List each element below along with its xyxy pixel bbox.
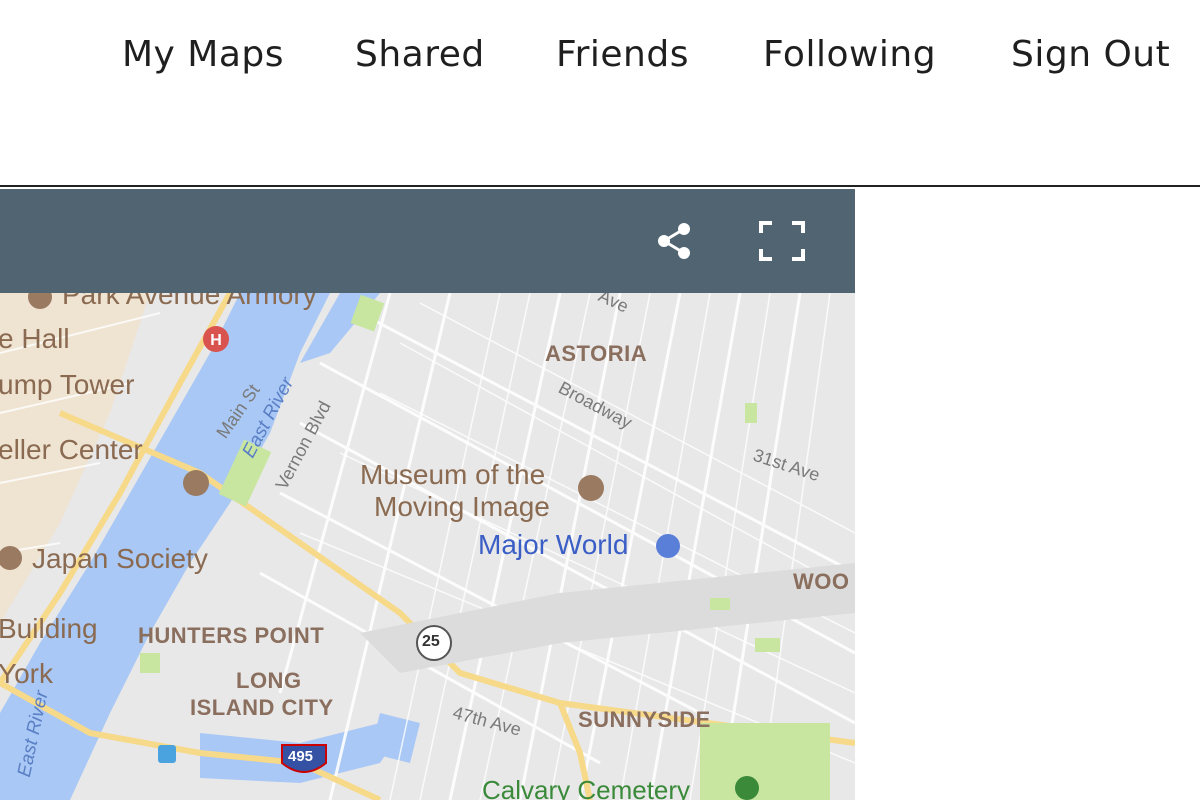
- nav-sign-out[interactable]: Sign Out: [1011, 34, 1170, 75]
- label-astoria: ASTORIA: [545, 341, 648, 366]
- label-major-world: Major World: [478, 529, 629, 560]
- label-long: LONG: [236, 668, 302, 693]
- share-button[interactable]: [650, 215, 700, 267]
- nav-following[interactable]: Following: [763, 34, 936, 75]
- label-museum-line2: Moving Image: [374, 491, 550, 522]
- fullscreen-icon: [759, 221, 805, 261]
- map-view[interactable]: H Park Avenue Armory e Hall ump Tower el…: [0, 293, 855, 800]
- label-calvary-cemetery: Calvary Cemetery: [482, 775, 691, 800]
- fullscreen-button[interactable]: [757, 215, 807, 267]
- label-woodside: WOO: [793, 569, 850, 594]
- label-island-city: ISLAND CITY: [190, 695, 334, 720]
- nav-friends[interactable]: Friends: [556, 34, 689, 75]
- nav-my-maps[interactable]: My Maps: [122, 34, 284, 75]
- route-25-shield: 25: [422, 633, 440, 650]
- label-museum-line1: Museum of the: [360, 459, 546, 490]
- share-icon: [658, 223, 690, 259]
- label-rockefeller-center: eller Center: [0, 434, 143, 465]
- label-sunnyside: SUNNYSIDE: [578, 707, 711, 732]
- interstate-495-shield: 495: [288, 748, 314, 765]
- label-hall: e Hall: [0, 323, 70, 354]
- top-navigation: My Maps Shared Friends Following Sign Ou…: [0, 0, 1200, 187]
- map-panel: H Park Avenue Armory e Hall ump Tower el…: [0, 189, 855, 800]
- label-park-avenue-armory: Park Avenue Armory: [62, 293, 317, 310]
- label-york: York: [0, 658, 54, 689]
- label-building: Building: [0, 613, 98, 644]
- label-hunters-point: HUNTERS POINT: [138, 623, 325, 648]
- svg-text:H: H: [210, 332, 222, 349]
- nav-shared[interactable]: Shared: [355, 34, 485, 75]
- label-trump-tower: ump Tower: [0, 369, 135, 400]
- label-japan-society: Japan Society: [32, 543, 208, 574]
- map-toolbar: [0, 189, 855, 293]
